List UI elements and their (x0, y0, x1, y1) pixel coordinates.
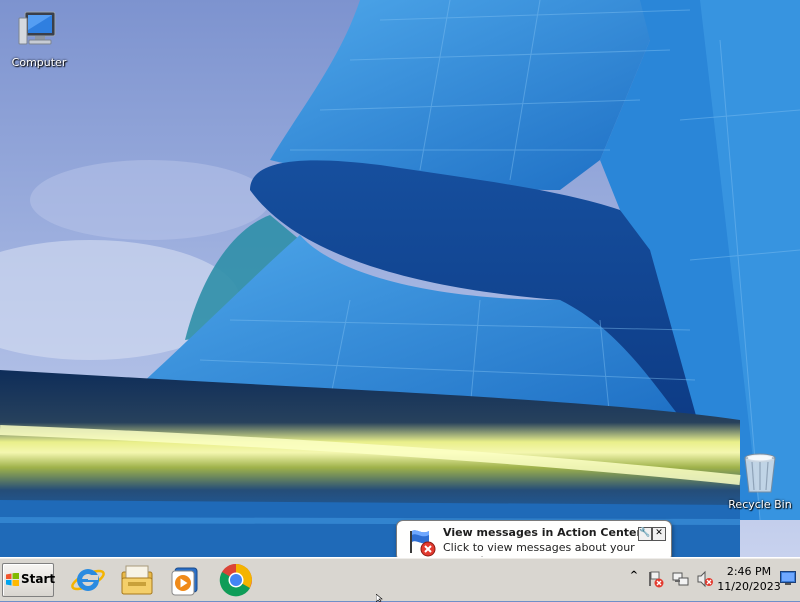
balloon-close-button[interactable]: ✕ (652, 527, 666, 541)
windows-logo-icon (6, 573, 19, 586)
start-label: Start (21, 572, 56, 586)
taskbar-clock[interactable]: 2:46 PM 11/20/2023 (716, 564, 782, 594)
taskbar-pin-internet-explorer[interactable] (69, 562, 107, 598)
desktop-wallpaper (0, 0, 800, 557)
desktop-icon-label: Computer (11, 56, 67, 69)
balloon-options-button[interactable]: 🔧 (638, 527, 652, 541)
network-icon[interactable] (672, 570, 690, 588)
taskbar: Start ^ 2:46 PM 11/20/2023 (0, 557, 800, 601)
clock-time: 2:46 PM (726, 565, 772, 578)
computer-icon (15, 8, 63, 54)
clock-date: 11/20/2023 (717, 580, 781, 593)
show-desktop-button[interactable] (780, 571, 796, 585)
chrome-icon (219, 563, 252, 597)
mouse-pointer-icon (376, 594, 383, 602)
desktop-icon-label: Recycle Bin (728, 498, 792, 511)
desktop-icon-computer[interactable]: Computer (1, 8, 77, 69)
taskbar-pin-windows-explorer[interactable] (118, 562, 156, 598)
start-button[interactable]: Start (2, 563, 56, 597)
balloon-title: View messages in Action Center (443, 526, 642, 539)
taskbar-pin-chrome[interactable] (217, 562, 255, 598)
media-player-icon (171, 567, 198, 596)
recycle-bin-icon (736, 450, 784, 496)
file-explorer-icon (121, 565, 153, 595)
action-center-icon[interactable] (647, 570, 665, 588)
action-center-flag-icon (407, 527, 437, 557)
action-center-balloon[interactable]: View messages in Action Center Click to … (396, 520, 672, 567)
desktop-icon-recycle-bin[interactable]: Recycle Bin (722, 450, 798, 511)
taskbar-pin-media-player[interactable] (166, 562, 204, 598)
internet-explorer-icon (71, 569, 105, 591)
volume-icon[interactable] (696, 570, 714, 588)
tray-expand-button[interactable]: ^ (628, 570, 640, 584)
